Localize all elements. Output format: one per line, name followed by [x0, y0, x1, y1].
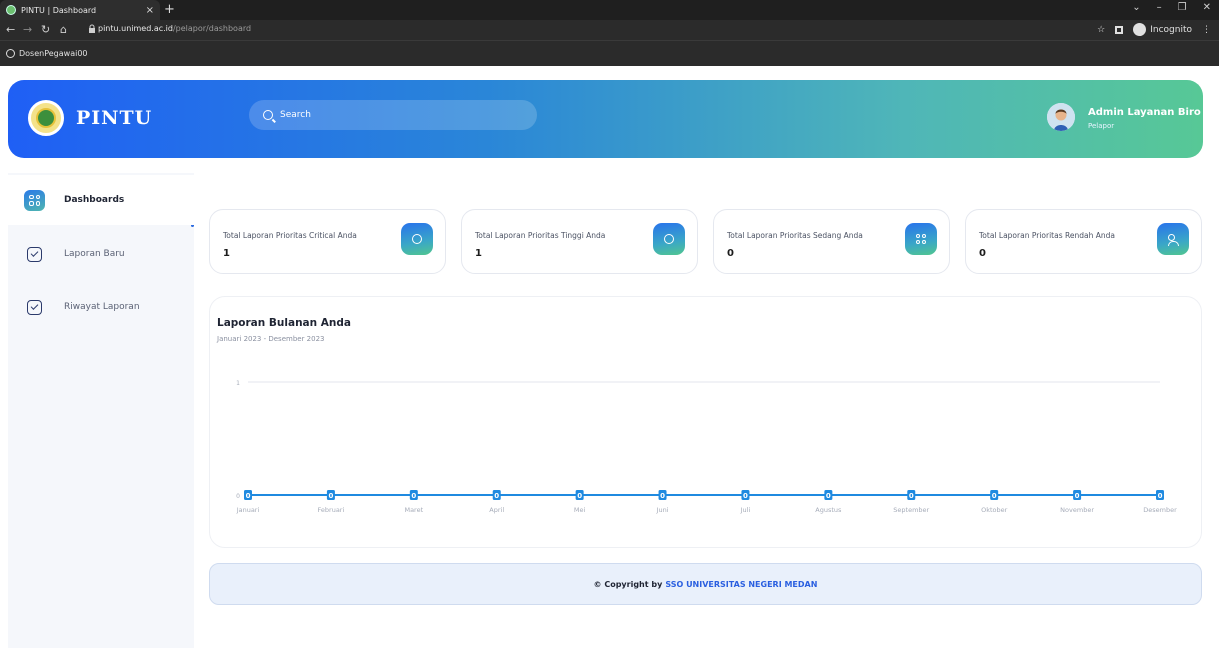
- tab-search-icon[interactable]: ⌄: [1132, 2, 1140, 13]
- x-tick-label: Agustus: [815, 506, 842, 514]
- restore-button[interactable]: ❐: [1178, 2, 1187, 13]
- search-placeholder: Search: [280, 110, 311, 120]
- stat-card-value: 0: [727, 248, 734, 259]
- monthly-report-chart: Laporan Bulanan Anda Januari 2023 - Dese…: [209, 296, 1202, 548]
- logo-emblem-icon: [36, 108, 56, 128]
- user-role: Pelapor: [1088, 122, 1115, 130]
- data-label: 0: [328, 492, 333, 500]
- stat-card-label: Total Laporan Prioritas Critical Anda: [223, 231, 357, 240]
- data-label: 0: [494, 492, 499, 500]
- x-tick-label: Maret: [404, 506, 423, 514]
- bookmark-star-icon[interactable]: ☆: [1097, 25, 1105, 35]
- sidebar-item-dashboards[interactable]: Dashboards: [8, 175, 194, 225]
- line-chart: 0 1 0 Januari 0 Februari 0 Maret 0 April 0 Mei 0 Juni…: [236, 380, 1177, 514]
- incognito-indicator[interactable]: Incognito: [1133, 23, 1192, 36]
- tab-title: PINTU | Dashboard: [21, 5, 97, 15]
- data-label: 0: [246, 492, 251, 500]
- sidebar-item-riwayat-laporan[interactable]: Riwayat Laporan: [8, 282, 194, 332]
- user-avatar-icon: [1047, 103, 1075, 131]
- stat-card-value: 1: [475, 248, 482, 259]
- x-tick-label: Februari: [318, 506, 345, 514]
- stat-card-label: Total Laporan Prioritas Sedang Anda: [727, 231, 863, 240]
- data-label: 0: [577, 492, 582, 500]
- profile-globe-icon: [6, 49, 15, 58]
- site-favicon-icon: [6, 5, 16, 15]
- x-tick-label: Mei: [574, 506, 586, 514]
- stat-card-label: Total Laporan Prioritas Tinggi Anda: [475, 231, 606, 240]
- reload-icon[interactable]: ↻: [41, 23, 50, 37]
- incognito-icon: [1133, 23, 1147, 36]
- x-tick-label: November: [1060, 506, 1094, 514]
- y-tick-label: 0: [236, 493, 240, 500]
- bookmark-item[interactable]: DosenPegawai00: [19, 49, 88, 58]
- x-tick-label: Juli: [740, 506, 751, 514]
- stat-card-sedang: Total Laporan Prioritas Sedang Anda 0: [713, 209, 950, 274]
- new-tab-button[interactable]: +: [164, 3, 175, 17]
- menu-kebab-icon[interactable]: ⋮: [1202, 25, 1211, 35]
- address-bar: ← → ↻ ⌂ pintu.unimed.ac.id/pelapor/dashb…: [0, 20, 1219, 40]
- data-label: 0: [909, 492, 914, 500]
- stat-card-value: 1: [223, 248, 230, 259]
- browser-tab-bar: PINTU | Dashboard × + ⌄ – ❐ ✕: [0, 0, 1219, 20]
- home-icon[interactable]: ⌂: [60, 23, 67, 37]
- browser-tab[interactable]: PINTU | Dashboard ×: [0, 0, 160, 20]
- avatar[interactable]: [1047, 103, 1075, 131]
- side-panel-icon[interactable]: [1115, 25, 1124, 34]
- y-tick-label: 1: [236, 380, 240, 387]
- back-arrow-icon[interactable]: ←: [6, 23, 15, 37]
- data-label: 0: [826, 492, 831, 500]
- bookmarks-bar: DosenPegawai00: [0, 40, 1219, 66]
- sidebar-item-laporan-baru[interactable]: Laporan Baru: [8, 229, 194, 279]
- sidebar-item-label: Dashboards: [64, 195, 125, 205]
- footer: © Copyright by SSO UNIVERSITAS NEGERI ME…: [209, 563, 1202, 605]
- stat-card-rendah: Total Laporan Prioritas Rendah Anda 0: [965, 209, 1202, 274]
- user-circle-icon: [653, 223, 685, 255]
- copyright-text: © Copyright by: [593, 579, 663, 589]
- url-field[interactable]: pintu.unimed.ac.id/pelapor/dashboard: [98, 24, 251, 33]
- data-label: 0: [660, 492, 665, 500]
- stat-card-tinggi: Total Laporan Prioritas Tinggi Anda 1: [461, 209, 698, 274]
- x-tick-label: Desember: [1143, 506, 1177, 514]
- url-path: /pelapor/dashboard: [172, 24, 252, 33]
- data-label: 0: [1158, 492, 1163, 500]
- x-tick-label: Januari: [236, 506, 260, 514]
- user-name[interactable]: Admin Layanan Biro: [1088, 107, 1201, 118]
- sidebar-item-label: Laporan Baru: [64, 249, 125, 259]
- url-host: pintu.unimed.ac.id: [98, 24, 173, 33]
- x-tick-label: Oktober: [981, 506, 1008, 514]
- search-input[interactable]: Search: [249, 100, 537, 130]
- window-controls: ⌄ – ❐ ✕: [1132, 2, 1211, 13]
- incognito-label: Incognito: [1150, 24, 1192, 35]
- minimize-button[interactable]: –: [1157, 2, 1162, 13]
- inbox-icon: [27, 246, 42, 262]
- brand-name[interactable]: PINTU: [76, 107, 152, 129]
- data-label: 0: [1075, 492, 1080, 500]
- sidebar-item-label: Riwayat Laporan: [64, 302, 140, 312]
- x-tick-label: Juni: [656, 506, 669, 514]
- fingerprint-icon: [401, 223, 433, 255]
- forward-arrow-icon[interactable]: →: [23, 23, 32, 37]
- inbox-icon: [27, 299, 42, 315]
- app-header: PINTU Search Admin Layanan Biro Pelapor: [8, 80, 1203, 158]
- close-window-button[interactable]: ✕: [1203, 2, 1211, 13]
- stat-card-label: Total Laporan Prioritas Rendah Anda: [979, 231, 1115, 240]
- x-tick-label: September: [893, 506, 929, 514]
- lock-icon: [89, 24, 95, 33]
- copyright-org-link[interactable]: SSO UNIVERSITAS NEGERI MEDAN: [665, 580, 817, 589]
- data-label: 0: [743, 492, 748, 500]
- browser-toolbar-right: ☆ Incognito ⋮: [1097, 23, 1211, 36]
- university-logo[interactable]: [28, 100, 64, 136]
- nodes-icon: [905, 223, 937, 255]
- data-label: 0: [411, 492, 416, 500]
- stat-card-critical: Total Laporan Prioritas Critical Anda 1: [209, 209, 446, 274]
- dashboard-icon: [24, 189, 45, 211]
- x-tick-label: April: [489, 506, 504, 514]
- stat-card-value: 0: [979, 248, 986, 259]
- tab-close-icon[interactable]: ×: [146, 5, 154, 16]
- data-label: 0: [992, 492, 997, 500]
- users-icon: [1157, 223, 1189, 255]
- search-icon: [263, 110, 273, 120]
